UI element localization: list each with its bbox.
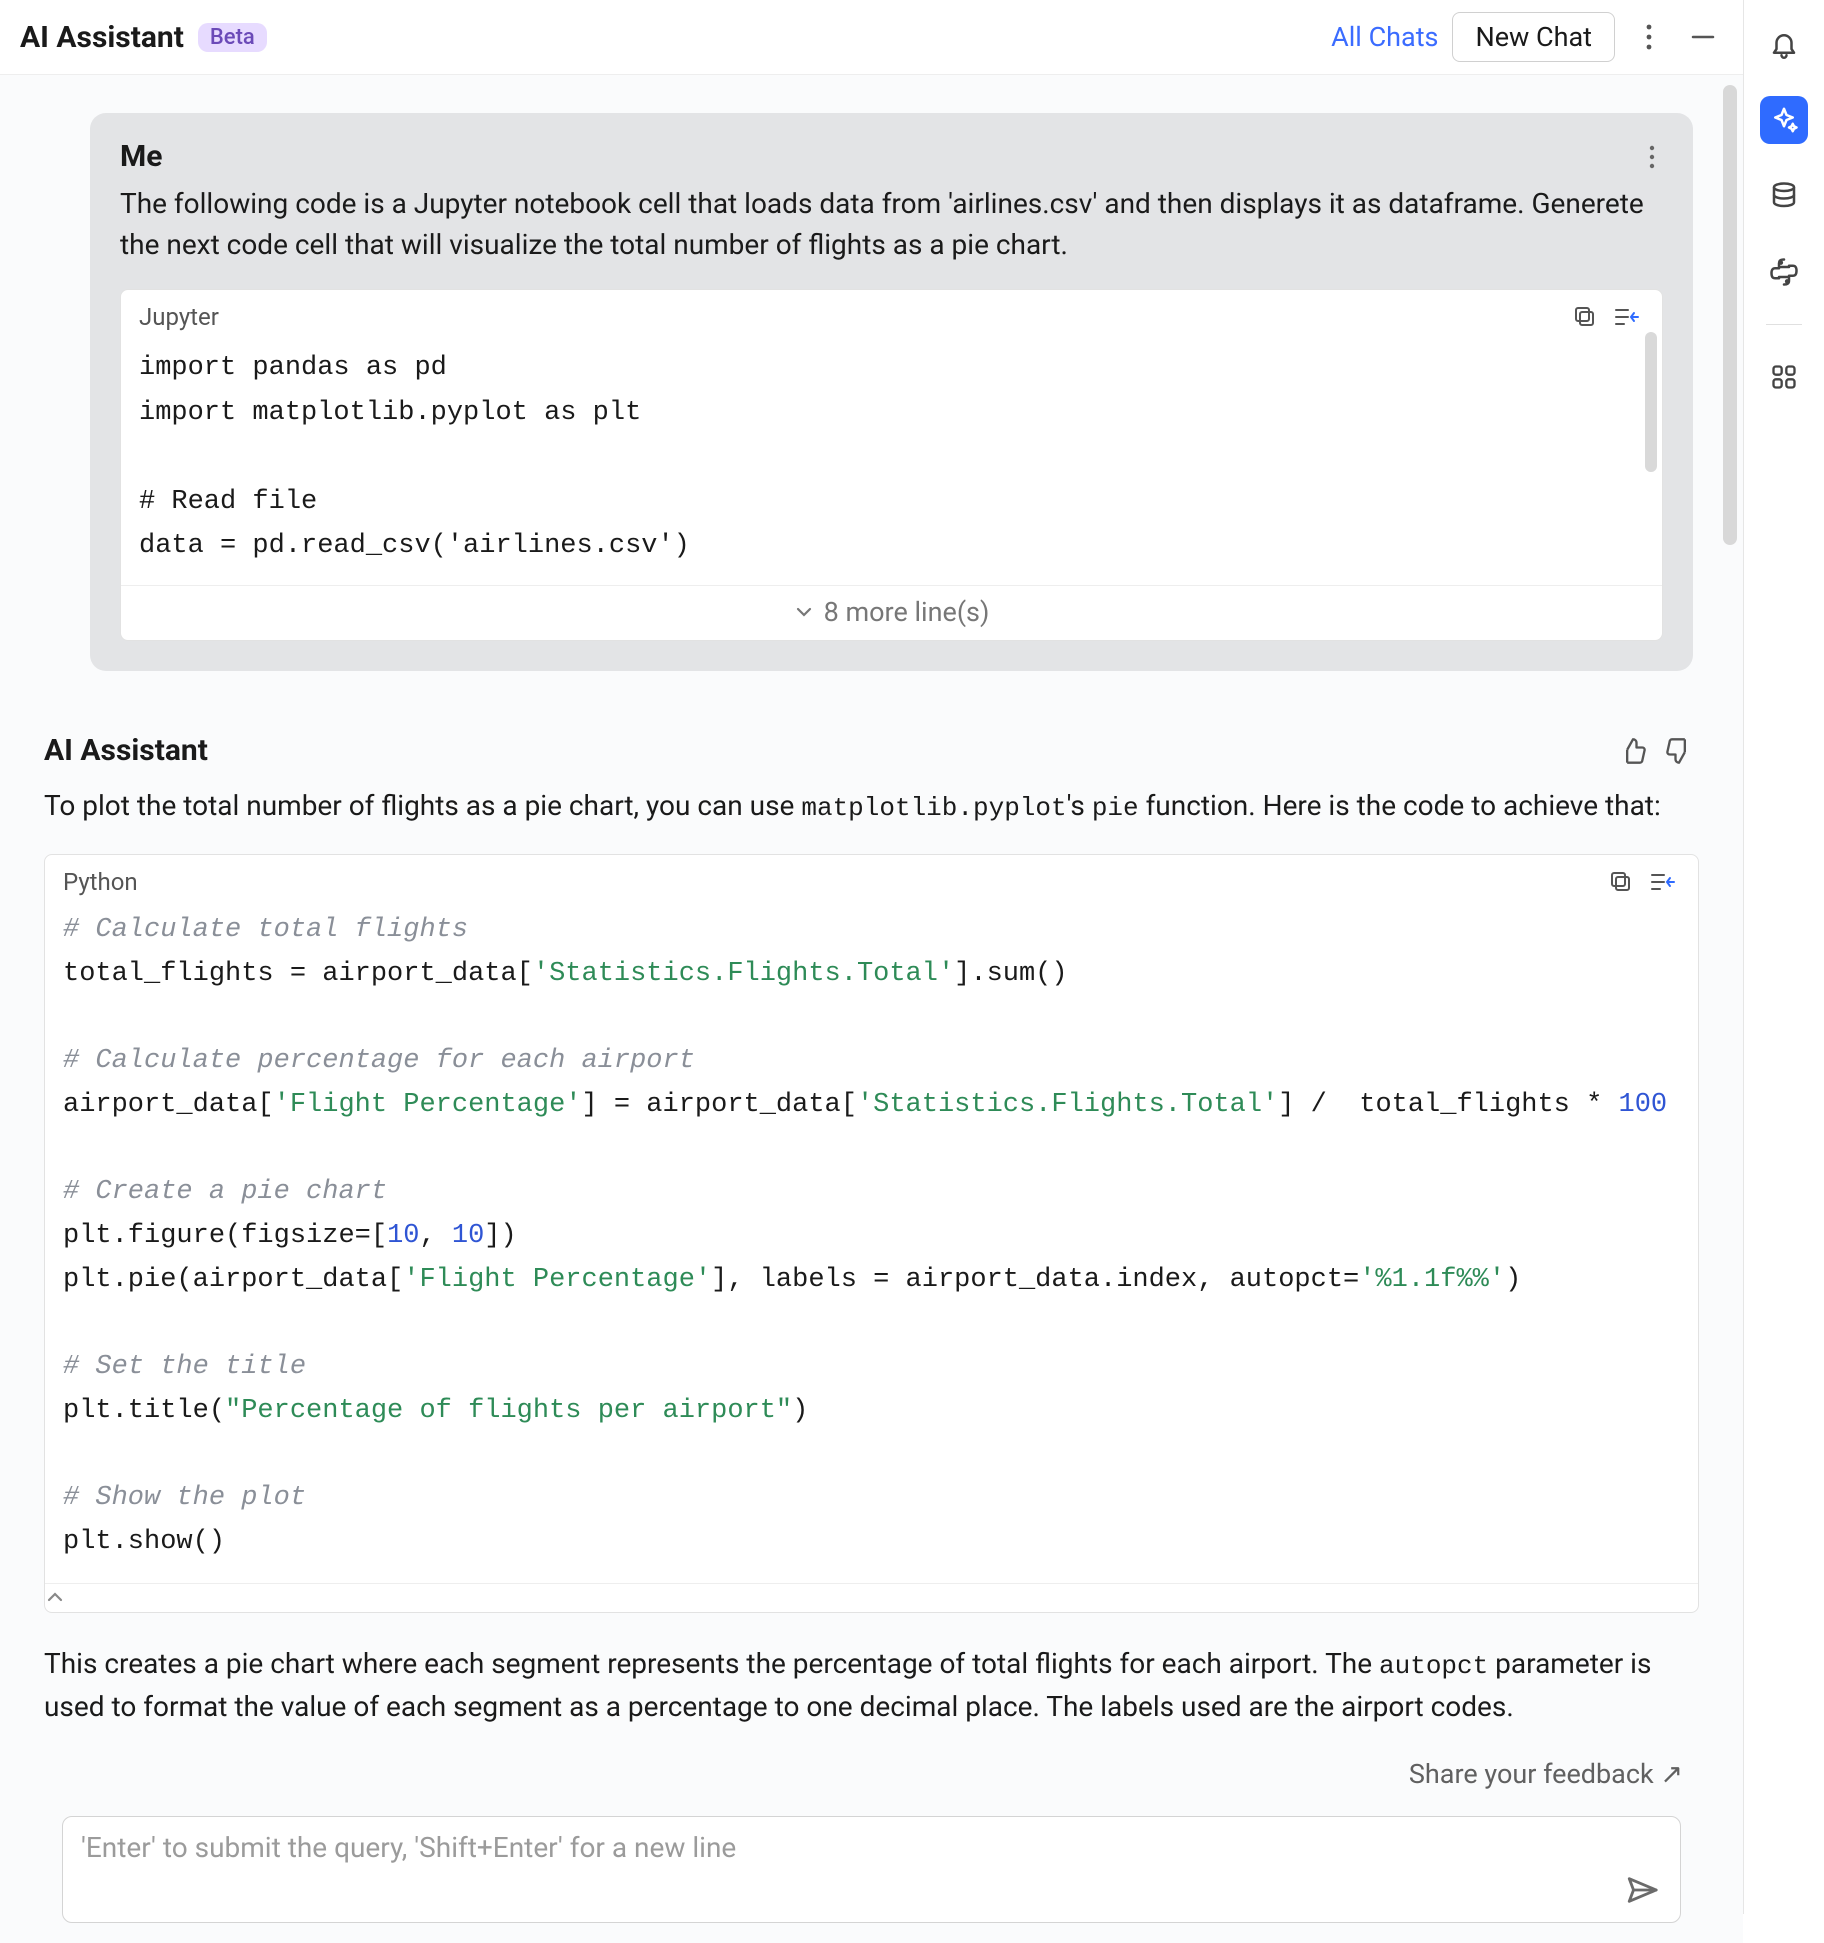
assistant-intro-text: To plot the total number of flights as a…	[44, 785, 1699, 828]
minimize-icon[interactable]	[1683, 17, 1723, 57]
assistant-outro-text: This creates a pie chart where each segm…	[44, 1643, 1699, 1728]
new-chat-button[interactable]: New Chat	[1452, 12, 1615, 62]
notifications-icon[interactable]	[1760, 20, 1808, 68]
message-menu-icon[interactable]	[1641, 141, 1663, 173]
thumbs-down-icon[interactable]	[1659, 731, 1699, 771]
insert-code-icon[interactable]	[1610, 300, 1644, 334]
all-chats-link[interactable]: All Chats	[1331, 21, 1438, 53]
send-icon[interactable]	[1620, 1868, 1664, 1912]
more-tools-icon[interactable]	[1760, 353, 1808, 401]
main-scrollbar[interactable]	[1723, 85, 1737, 545]
chat-input[interactable]: 'Enter' to submit the query, 'Shift+Ente…	[62, 1816, 1681, 1923]
database-icon[interactable]	[1760, 172, 1808, 220]
assistant-code-block: Python # Calculate total flights total_f…	[44, 854, 1699, 1613]
ai-assistant-tab-icon[interactable]	[1760, 96, 1808, 144]
copy-icon[interactable]	[1604, 865, 1638, 899]
user-message: Me The following code is a Jupyter noteb…	[90, 113, 1693, 671]
code-language-label: Python	[63, 868, 138, 896]
assistant-code: # Calculate total flights total_flights …	[45, 905, 1698, 1583]
user-label: Me	[120, 139, 162, 174]
beta-badge: Beta	[198, 23, 267, 52]
app-title: AI Assistant	[20, 20, 184, 55]
collapse-code-button[interactable]	[45, 1583, 1698, 1612]
code-language-label: Jupyter	[139, 303, 219, 331]
assistant-label: AI Assistant	[44, 733, 208, 768]
python-icon[interactable]	[1760, 248, 1808, 296]
expand-code-button[interactable]: 8 more line(s)	[121, 585, 1662, 640]
thumbs-up-icon[interactable]	[1613, 731, 1653, 771]
user-code-block: Jupyter import pandas as pd import matpl…	[120, 289, 1663, 641]
assistant-message: AI Assistant To plot the total number of…	[40, 731, 1703, 1728]
user-code: import pandas as pd import matplotlib.py…	[121, 340, 1662, 585]
rail-divider	[1766, 324, 1802, 325]
header: AI Assistant Beta All Chats New Chat	[0, 0, 1743, 75]
right-toolbar	[1744, 0, 1824, 1914]
code-scrollbar[interactable]	[1645, 332, 1657, 472]
kebab-menu-icon[interactable]	[1629, 17, 1669, 57]
user-message-text: The following code is a Jupyter notebook…	[120, 184, 1663, 265]
insert-code-icon[interactable]	[1646, 865, 1680, 899]
share-feedback-link[interactable]: Share your feedback ↗	[1409, 1758, 1683, 1790]
copy-icon[interactable]	[1568, 300, 1602, 334]
chat-input-placeholder: 'Enter' to submit the query, 'Shift+Ente…	[81, 1831, 736, 1864]
